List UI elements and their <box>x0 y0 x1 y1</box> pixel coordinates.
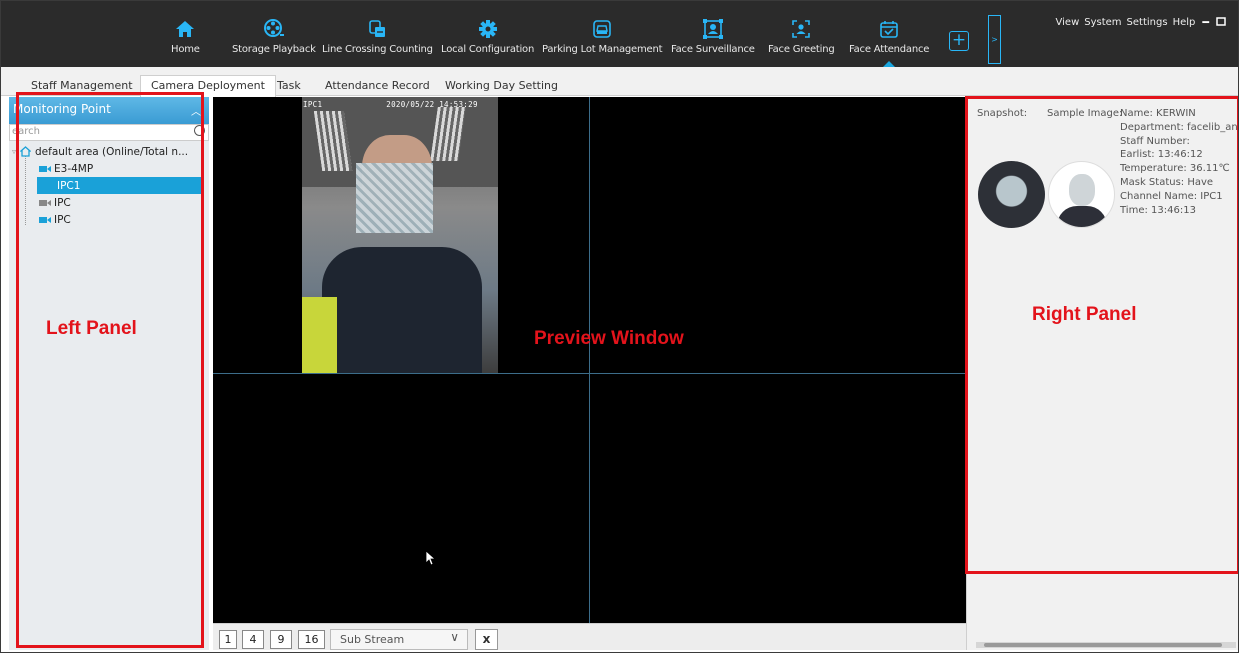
info-department: Department: facelib_anf <box>1120 121 1239 133</box>
annotation-right-label: Right Panel <box>1032 304 1137 325</box>
osd-timestamp: 2020/05/22 14:53:29 <box>386 100 478 109</box>
nav-face-attendance-label: Face Attendance <box>849 44 930 55</box>
layout-4-button[interactable]: 4 <box>242 630 264 649</box>
nav-line-crossing-label: Line Crossing Counting <box>322 44 433 55</box>
nav-face-attendance[interactable]: Face Attendance <box>849 19 930 67</box>
tree-item-label: E3-4MP <box>54 162 94 175</box>
top-navigation-bar: Home Storage Playback Line Crossing Coun… <box>1 1 1238 67</box>
collapse-chevron-icon[interactable]: ︿ <box>191 103 201 118</box>
stream-select[interactable]: Sub Stream ∨ <box>330 629 468 650</box>
car-icon <box>593 19 611 39</box>
nav-parking-lot-management[interactable]: Parking Lot Management <box>542 19 663 61</box>
line-crossing-icon <box>368 19 386 39</box>
tree-item-label: IPC <box>54 213 71 226</box>
minimize-button[interactable]: ━ <box>1202 16 1209 29</box>
layout-9-button[interactable]: 9 <box>270 630 292 649</box>
tree-root-area[interactable]: ▿ default area (Online/Total n... <box>12 143 188 160</box>
right-panel: Snapshot: Sample Image: Name: KERWIN Dep… <box>966 97 1239 650</box>
gear-icon <box>478 19 497 39</box>
preview-window[interactable] <box>213 97 966 623</box>
attendance-info: Name: KERWIN Department: facelib_anf Sta… <box>1120 107 1239 217</box>
osd-channel: IPC1 <box>303 100 323 109</box>
expand-toggle-icon[interactable]: ▿ <box>12 147 16 156</box>
tree-root-label: default area (Online/Total n... <box>35 145 189 158</box>
monitoring-point-title: Monitoring Point <box>13 102 111 116</box>
camera-icon <box>39 216 51 223</box>
preview-toolbar: 1 4 9 16 Sub Stream ∨ x <box>213 623 966 650</box>
tab-camera-deployment[interactable]: Camera Deployment <box>140 75 276 97</box>
tree-item-label: IPC <box>54 196 71 209</box>
info-time: Time: 13:46:13 <box>1120 204 1196 216</box>
nav-parking-lot-label: Parking Lot Management <box>542 44 663 55</box>
calendar-check-icon <box>880 19 898 39</box>
nav-storage-playback[interactable]: Storage Playback <box>232 19 316 61</box>
nav-face-greeting[interactable]: Face Greeting <box>768 19 835 61</box>
layout-1-button[interactable]: 1 <box>219 630 237 649</box>
face-scan-icon <box>792 19 811 39</box>
add-tab-button[interactable]: + <box>949 31 969 51</box>
tab-task[interactable]: Task <box>267 76 311 96</box>
nav-face-surveillance[interactable]: Face Surveillance <box>671 19 755 61</box>
monitoring-point-header[interactable]: Monitoring Point ︿ <box>9 97 209 124</box>
info-earliest: Earlist: 13:46:12 <box>1120 149 1203 161</box>
layout-16-button[interactable]: 16 <box>298 630 325 649</box>
info-name: Name: KERWIN <box>1120 108 1196 119</box>
tree-item-camera[interactable]: IPC <box>39 194 71 211</box>
menu-system[interactable]: System <box>1084 17 1121 28</box>
snapshot-label: Snapshot: <box>977 108 1028 119</box>
face-frame-icon <box>702 19 723 39</box>
annotation-left-label: Left Panel <box>46 318 137 339</box>
annotation-preview-label: Preview Window <box>534 328 684 349</box>
tree-item-camera-selected[interactable]: IPC1 <box>37 177 201 194</box>
scrollbar-thumb[interactable] <box>984 643 1222 647</box>
nav-line-crossing-counting[interactable]: Line Crossing Counting <box>322 19 433 61</box>
nav-local-configuration[interactable]: Local Configuration <box>441 19 534 61</box>
film-reel-icon <box>263 19 284 39</box>
menu-view[interactable]: View <box>1056 17 1080 28</box>
area-home-icon <box>20 146 32 157</box>
search-placeholder: earch <box>12 126 41 137</box>
tab-working-day-setting[interactable]: Working Day Setting <box>435 76 568 96</box>
close-all-button[interactable]: x <box>475 629 498 650</box>
maximize-button[interactable] <box>1216 16 1226 29</box>
nav-face-surveillance-label: Face Surveillance <box>671 44 755 55</box>
nav-home-label: Home <box>171 44 200 55</box>
more-tabs-button[interactable]: > <box>988 15 1001 64</box>
search-icon[interactable] <box>194 125 205 136</box>
application-window: Home Storage Playback Line Crossing Coun… <box>0 0 1239 653</box>
tab-attendance-record[interactable]: Attendance Record <box>315 76 440 96</box>
menu-help[interactable]: Help <box>1173 17 1196 28</box>
camera-offline-icon <box>39 199 51 206</box>
info-staff-number: Staff Number: <box>1120 135 1190 147</box>
nav-local-configuration-label: Local Configuration <box>441 44 535 55</box>
nav-face-greeting-label: Face Greeting <box>768 44 835 55</box>
mouse-cursor-icon <box>425 550 435 566</box>
left-panel: Monitoring Point ︿ earch ▿ default area … <box>9 97 209 650</box>
tab-staff-management[interactable]: Staff Management <box>21 76 143 96</box>
stream-value: Sub Stream <box>340 633 405 646</box>
menu-settings[interactable]: Settings <box>1127 17 1168 28</box>
info-mask-status: Mask Status: Have <box>1120 176 1214 188</box>
tree-item-label: IPC1 <box>57 179 81 192</box>
sub-tab-bar: Staff Management Camera Deployment Task … <box>1 67 1238 97</box>
camera-video-frame[interactable] <box>302 97 498 373</box>
info-channel-name: Channel Name: IPC1 <box>1120 190 1223 202</box>
sample-image-label: Sample Image: <box>1047 108 1123 119</box>
system-menu: View System Settings Help ━ <box>1056 16 1226 29</box>
tree-item-camera[interactable]: E3-4MP <box>39 160 93 177</box>
video-osd-overlay: IPC1 2020/05/22 14:53:29 <box>303 100 478 109</box>
chevron-down-icon: ∨ <box>450 630 459 644</box>
nav-home[interactable]: Home <box>171 19 200 61</box>
tree-item-camera[interactable]: IPC <box>39 211 71 228</box>
search-input[interactable]: earch <box>9 124 209 141</box>
horizontal-scrollbar[interactable] <box>976 642 1236 648</box>
sample-face-image[interactable] <box>1048 161 1115 228</box>
info-temperature: Temperature: 36.11℃ <box>1120 163 1230 175</box>
snapshot-face-image[interactable] <box>978 161 1045 228</box>
home-icon <box>176 19 195 39</box>
camera-icon <box>39 165 51 172</box>
nav-storage-playback-label: Storage Playback <box>232 44 316 55</box>
